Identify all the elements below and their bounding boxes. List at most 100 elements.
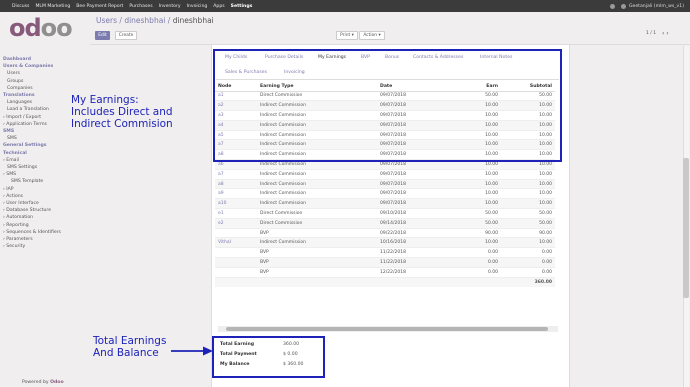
table-row[interactable]: e1 Direct Commission 09/10/2018 50.00 50.00 — [215, 208, 555, 219]
balance-annotation: Total Earnings And Balance — [93, 335, 166, 359]
cell-node[interactable] — [215, 228, 257, 239]
top-menu-item[interactable]: Settings — [228, 4, 256, 9]
top-menu-item[interactable]: Invoicing — [184, 4, 211, 9]
sidebar-item[interactable]: › IAP — [3, 186, 61, 193]
cell-node[interactable] — [215, 247, 257, 259]
table-row[interactable]: a8 Indirect Commission 09/07/2018 10.00 10.0… — [215, 179, 555, 190]
top-menu-item[interactable]: Purchases — [126, 4, 155, 9]
print-dropdown[interactable]: Print ▾ — [336, 31, 358, 40]
earnings-highlight-box — [213, 49, 562, 162]
table-row[interactable]: Vithal Indirect Commission 10/16/2018 10.00… — [215, 237, 555, 249]
top-menu-item[interactable]: Inventory — [156, 4, 184, 9]
table-row[interactable]: BVP 11/22/2018 0.00 0.00 — [215, 257, 555, 268]
sidebar-item[interactable]: SMS — [3, 135, 61, 142]
cell-earning-type: BVP — [257, 247, 377, 259]
user-name[interactable]: Geetanjali (mlm_ws_v1) — [629, 4, 684, 9]
cell-node[interactable]: a8 — [215, 179, 257, 190]
sidebar-item[interactable]: Load a Translation — [3, 106, 61, 113]
earnings-annotation: My Earnings: Includes Direct and Indirec… — [71, 94, 173, 130]
cell-node[interactable]: a10 — [215, 198, 257, 210]
sidebar-item[interactable]: › User Interface — [3, 200, 61, 207]
cell-subtotal: 50.00 — [501, 208, 555, 219]
cell-node[interactable] — [215, 257, 257, 268]
sidebar-item[interactable]: › Sequences & Identifiers — [3, 229, 61, 236]
table-row[interactable]: BVP 11/22/2018 0.00 0.00 — [215, 247, 555, 259]
powered-by-brand[interactable]: Odoo — [50, 380, 64, 385]
cell-node[interactable]: a7 — [215, 169, 257, 180]
top-menu-item[interactable]: Bee Payment Report — [73, 4, 126, 9]
sidebar-item[interactable]: Languages — [3, 99, 61, 106]
edit-button[interactable]: Edit — [95, 31, 110, 40]
cell-date: 09/07/2018 — [377, 169, 447, 180]
annotation-line: Includes Direct and — [71, 106, 173, 118]
cell-node[interactable]: e1 — [215, 208, 257, 219]
cell-date: 11/22/2018 — [377, 257, 447, 268]
powered-by: Powered by Odoo — [22, 380, 64, 385]
breadcrumb-users[interactable]: Users — [96, 16, 117, 25]
sidebar-item[interactable]: › Parameters — [3, 236, 61, 243]
cell-earning-type: Indirect Commission — [257, 179, 377, 190]
sidebar-item[interactable]: › SMS — [3, 171, 61, 178]
sidebar-item[interactable]: Technical — [3, 150, 61, 157]
powered-by-label: Powered by — [22, 380, 51, 385]
vertical-scrollbar-thumb[interactable] — [683, 158, 689, 298]
table-row[interactable]: BVP 09/22/2018 90.00 90.00 — [215, 228, 555, 239]
notification-icon[interactable] — [609, 3, 615, 9]
logo-part-1: od — [9, 14, 42, 42]
cell-date: 09/22/2018 — [377, 228, 447, 239]
cell-subtotal: 10.00 — [501, 188, 555, 200]
sidebar-item[interactable]: SMS — [3, 128, 61, 135]
cell-earn: 90.00 — [447, 228, 501, 239]
sidebar-item[interactable]: › Import / Export — [3, 114, 61, 121]
table-total-cell — [447, 277, 501, 287]
sidebar-item[interactable]: Users & Companies — [3, 63, 61, 70]
sidebar-item[interactable]: Companies — [3, 85, 61, 92]
sidebar-item[interactable]: › Automation — [3, 214, 61, 221]
cell-earn: 0.00 — [447, 247, 501, 259]
sidebar-item[interactable]: › Application Terms — [3, 121, 61, 128]
table-row[interactable]: a9 Indirect Commission 09/07/2018 10.00 10.0… — [215, 188, 555, 200]
top-menu-item[interactable]: Apps — [210, 4, 227, 9]
create-button[interactable]: Create — [115, 31, 137, 40]
pager-arrows[interactable]: ‹ › — [662, 30, 669, 37]
sidebar-item[interactable]: Dashboard — [3, 56, 61, 63]
annotation-line: And Balance — [93, 347, 159, 359]
top-menu-item[interactable]: Discuss — [9, 4, 32, 9]
table-row[interactable]: BVP 12/22/2018 0.00 0.00 — [215, 267, 555, 278]
table-row[interactable]: e2 Direct Commission 09/14/2018 50.00 50.00 — [215, 218, 555, 229]
cell-subtotal: 0.00 — [501, 257, 555, 268]
avatar[interactable] — [620, 3, 626, 9]
cell-subtotal: 90.00 — [501, 228, 555, 239]
cell-node[interactable] — [215, 267, 257, 278]
top-menu-item[interactable]: MLM Marketing — [32, 4, 73, 9]
cell-node[interactable]: e2 — [215, 218, 257, 229]
sidebar-item[interactable]: SMS Template — [3, 178, 61, 185]
cell-node[interactable]: a9 — [215, 188, 257, 200]
horizontal-scrollbar-thumb[interactable] — [226, 327, 548, 331]
cell-earning-type: BVP — [257, 257, 377, 268]
sidebar-item[interactable]: Translations — [3, 92, 61, 99]
sidebar-item[interactable]: › Security — [3, 243, 61, 250]
cell-node[interactable]: Vithal — [215, 237, 257, 249]
table-row[interactable]: a7 Indirect Commission 09/07/2018 10.00 10.0… — [215, 169, 555, 180]
cell-earning-type: Indirect Commission — [257, 188, 377, 200]
sidebar-item[interactable]: General Settings — [3, 142, 61, 149]
odoo-logo[interactable]: odoo — [9, 14, 73, 42]
sidebar-item[interactable]: › Database Structure — [3, 207, 61, 214]
sidebar-item[interactable]: Users — [3, 70, 61, 77]
annotation-line: Total Earnings — [93, 335, 167, 347]
cell-earning-type: Indirect Commission — [257, 169, 377, 180]
sidebar-item[interactable]: › Actions — [3, 193, 61, 200]
sidebar-item[interactable]: › Email — [3, 157, 61, 164]
sidebar-item[interactable]: SMS Settings — [3, 164, 61, 171]
sidebar-item[interactable]: Groups — [3, 78, 61, 85]
user-area[interactable]: Geetanjali (mlm_ws_v1) — [607, 3, 690, 9]
table-row[interactable]: a10 Indirect Commission 09/07/2018 10.00 10.… — [215, 198, 555, 210]
cell-earn: 10.00 — [447, 237, 501, 249]
breadcrumb-parent[interactable]: dineshbhai — [124, 16, 165, 25]
cell-subtotal: 10.00 — [501, 169, 555, 180]
action-dropdown[interactable]: Action ▾ — [359, 31, 385, 40]
cell-subtotal: 0.00 — [501, 247, 555, 259]
sidebar-item[interactable]: › Reporting — [3, 222, 61, 229]
table-total-value: 360.00 — [501, 277, 555, 287]
